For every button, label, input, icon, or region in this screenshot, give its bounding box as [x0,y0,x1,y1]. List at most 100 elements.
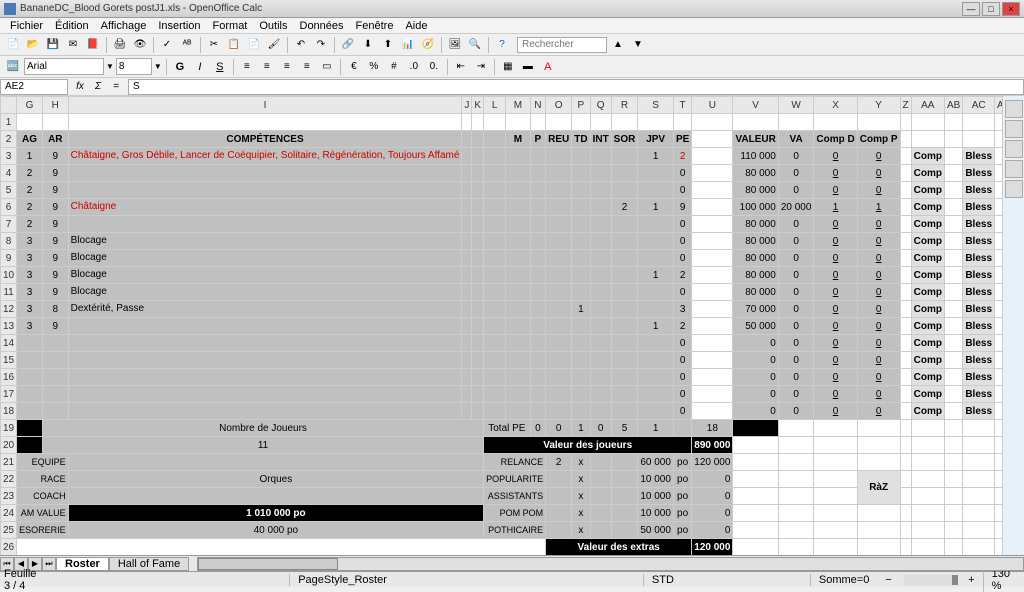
cell[interactable]: 0 [814,233,857,250]
cell[interactable] [692,386,733,403]
col-header[interactable]: Y [857,97,900,114]
cell[interactable] [572,352,590,369]
cell[interactable] [692,250,733,267]
col-header[interactable]: M [506,97,531,114]
sidebar-properties-icon[interactable] [1005,100,1023,118]
cell[interactable]: JPV [638,131,674,148]
cell[interactable] [484,250,506,267]
cell[interactable] [611,182,638,199]
cell[interactable] [638,352,674,369]
cell[interactable] [995,420,1002,437]
row-header[interactable]: 12 [1,301,17,318]
cell[interactable] [472,148,484,165]
cell[interactable]: 9 [42,318,68,335]
bless-button[interactable]: Bless [963,284,995,301]
cell[interactable] [546,216,572,233]
row-header[interactable]: 9 [1,250,17,267]
cell[interactable] [692,352,733,369]
cell[interactable]: 0 [673,403,691,420]
cell[interactable] [778,522,814,539]
cell[interactable]: 0 [733,335,778,352]
cell[interactable]: RELANCE [484,454,546,471]
cell[interactable]: 2 [673,318,691,335]
cell[interactable] [778,454,814,471]
cell[interactable] [995,335,1002,352]
cell[interactable]: 3 [17,284,43,301]
cell[interactable]: 0 [673,284,691,301]
cell[interactable] [911,131,944,148]
cell[interactable] [530,335,545,352]
cell[interactable]: 40 000 po [68,522,483,539]
cell[interactable]: POPULARITE [484,471,546,488]
bless-button[interactable]: Bless [963,182,995,199]
cell[interactable] [611,335,638,352]
col-header[interactable]: AC [963,97,995,114]
cell[interactable] [638,165,674,182]
align-right-icon[interactable]: ≡ [278,58,296,76]
bless-button[interactable]: Bless [963,250,995,267]
cell[interactable] [484,165,506,182]
cell[interactable] [590,318,611,335]
cell[interactable] [944,505,962,522]
cell[interactable] [911,420,944,437]
sort-asc-icon[interactable]: ⬇ [359,36,377,54]
cell[interactable] [472,199,484,216]
cell[interactable] [995,352,1002,369]
cell[interactable] [462,233,472,250]
cell[interactable]: 20 000 [778,199,814,216]
cell[interactable] [900,284,911,301]
menu-format[interactable]: Format [207,20,254,32]
menu-tools[interactable]: Outils [253,20,293,32]
cell[interactable]: 80 000 [733,216,778,233]
cell[interactable] [944,216,962,233]
cell[interactable]: 60 000 [638,454,674,471]
cell[interactable] [472,386,484,403]
cell[interactable]: AR [42,131,68,148]
cell[interactable]: 5 [611,420,638,437]
cell[interactable] [530,250,545,267]
cell[interactable] [857,420,900,437]
cell[interactable] [900,318,911,335]
cell[interactable] [995,233,1002,250]
cell[interactable]: 0 [778,216,814,233]
cell[interactable] [900,182,911,199]
cell[interactable] [900,165,911,182]
cell[interactable]: 0 [673,386,691,403]
bless-button[interactable]: Bless [963,352,995,369]
align-justify-icon[interactable]: ≡ [298,58,316,76]
cell[interactable] [911,505,944,522]
col-header[interactable]: Q [590,97,611,114]
cell[interactable]: 0 [778,335,814,352]
cell[interactable] [572,165,590,182]
cell[interactable]: po [673,454,691,471]
cell[interactable] [963,488,995,505]
cell[interactable] [692,148,733,165]
col-header[interactable]: G [17,97,43,114]
row-header[interactable]: 11 [1,284,17,301]
cell[interactable] [692,165,733,182]
cell[interactable] [484,301,506,318]
cell[interactable] [673,114,691,131]
cell[interactable] [484,335,506,352]
cell[interactable]: 0 [814,403,857,420]
cell[interactable]: 9 [42,165,68,182]
cell[interactable] [611,250,638,267]
cell[interactable] [900,454,911,471]
cell[interactable] [484,233,506,250]
cell[interactable] [546,165,572,182]
col-header[interactable]: AA [911,97,944,114]
cell[interactable]: 0 [778,386,814,403]
cell[interactable] [462,165,472,182]
comp-button[interactable]: Comp [911,284,944,301]
col-header[interactable]: O [546,97,572,114]
cell[interactable]: Blocage [68,233,462,250]
cell[interactable] [814,420,857,437]
cell[interactable] [546,267,572,284]
cell[interactable] [611,505,638,522]
col-header[interactable]: H [42,97,68,114]
cell[interactable]: POM POM [484,505,546,522]
cell[interactable] [995,199,1002,216]
cell[interactable] [857,505,900,522]
cell[interactable] [68,335,462,352]
cell[interactable]: 50 000 [733,318,778,335]
